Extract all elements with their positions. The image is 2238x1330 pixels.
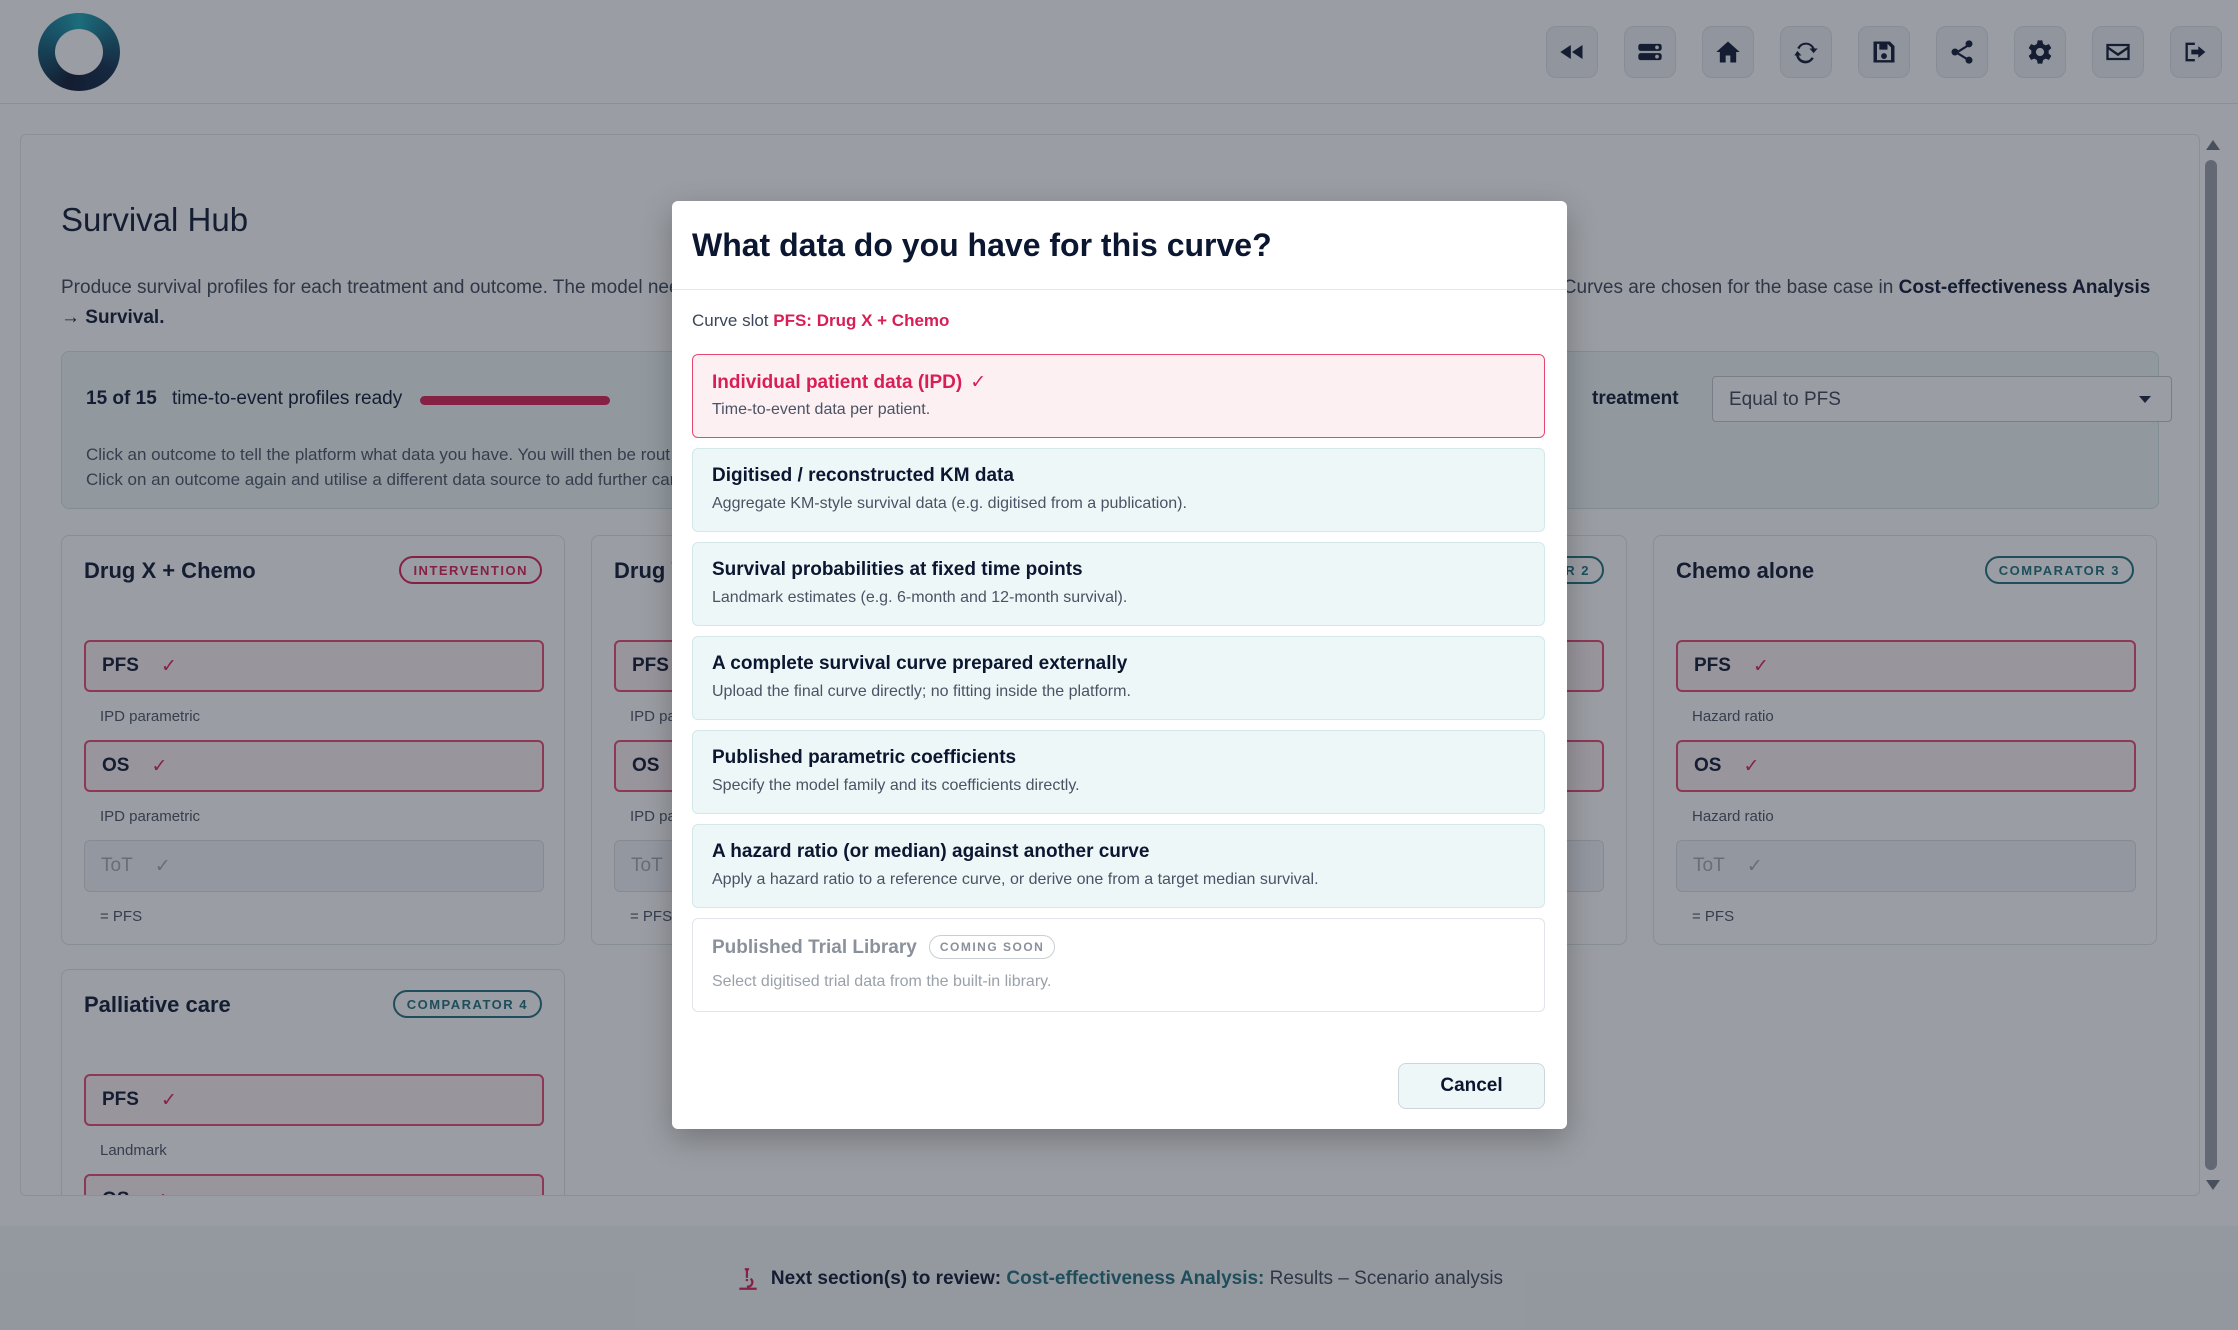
option-hazard-ratio[interactable]: A hazard ratio (or median) against anoth… — [692, 824, 1545, 908]
check-icon: ✓ — [970, 372, 987, 393]
modal-title: What data do you have for this curve? — [692, 227, 1272, 263]
cancel-button[interactable]: Cancel — [1398, 1063, 1545, 1109]
curve-slot: Curve slot PFS: Drug X + Chemo — [692, 311, 950, 330]
coming-soon-badge: COMING SOON — [928, 935, 1056, 959]
option-km-data[interactable]: Digitised / reconstructed KM data Aggreg… — [692, 448, 1545, 532]
modal-divider — [672, 289, 1567, 290]
option-parametric-coefficients[interactable]: Published parametric coefficients Specif… — [692, 730, 1545, 814]
option-external-curve[interactable]: A complete survival curve prepared exter… — [692, 636, 1545, 720]
data-source-modal: What data do you have for this curve? Cu… — [672, 201, 1567, 1129]
option-ipd[interactable]: Individual patient data (IPD) ✓ Time-to-e… — [692, 354, 1545, 438]
option-landmark[interactable]: Survival probabilities at fixed time poi… — [692, 542, 1545, 626]
option-trial-library: Published Trial Library COMING SOON Selec… — [692, 918, 1545, 1012]
